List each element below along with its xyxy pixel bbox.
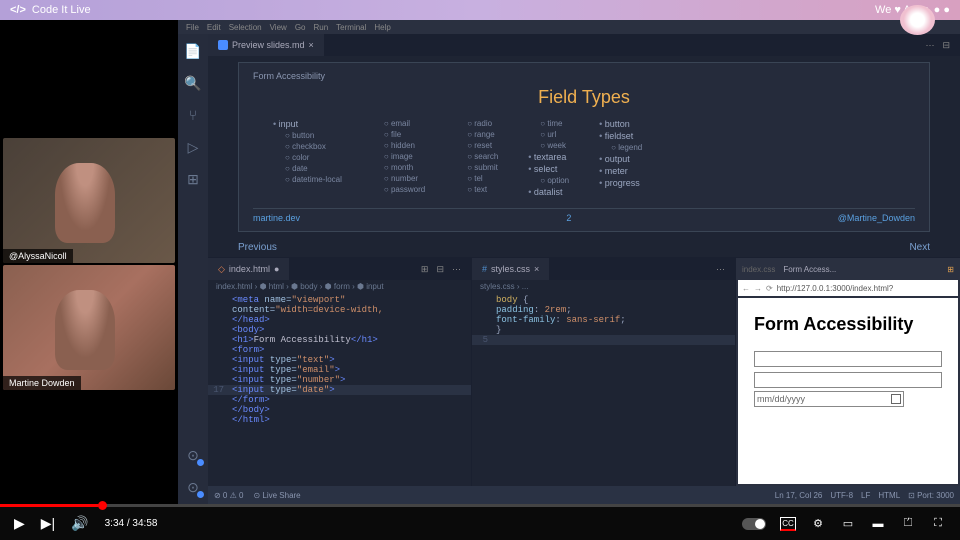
- more-icon[interactable]: ⋯: [925, 40, 934, 51]
- status-liveshare[interactable]: ⊙ Live Share: [253, 491, 300, 500]
- extensions-icon[interactable]: ⊞: [184, 170, 202, 188]
- date-input[interactable]: mm/dd/yyyy: [754, 391, 904, 407]
- webcam-2: Martine Dowden: [3, 265, 175, 390]
- email-input[interactable]: [754, 372, 942, 388]
- status-lang[interactable]: HTML: [878, 491, 900, 500]
- slide-breadcrumb: Form Accessibility: [253, 71, 915, 81]
- menu-go[interactable]: Go: [295, 23, 306, 32]
- calendar-icon[interactable]: [891, 394, 901, 404]
- activity-bar: 📄 🔍 ⑂ ▷ ⊞ ⊙ ⊙: [178, 34, 208, 504]
- html-breadcrumb[interactable]: index.html › ⬢ html › ⬢ body › ⬢ form › …: [208, 280, 471, 293]
- progress-bar[interactable]: [0, 504, 960, 507]
- back-icon[interactable]: ←: [742, 284, 750, 293]
- play-button[interactable]: ▶: [14, 515, 25, 532]
- html-code[interactable]: <meta name="viewport" content="width=dev…: [208, 293, 471, 486]
- close-icon[interactable]: ×: [309, 40, 314, 50]
- styles-css-tab[interactable]: # styles.css ×: [472, 258, 549, 280]
- menu-terminal[interactable]: Terminal: [336, 23, 366, 32]
- html-icon: ◇: [218, 264, 225, 275]
- css-breadcrumb[interactable]: styles.css › ...: [472, 280, 735, 293]
- miniplayer-icon[interactable]: ▭: [840, 517, 856, 531]
- main-tab-bar: Preview slides.md × ⋯ ⊟: [208, 34, 960, 56]
- menu-run[interactable]: Run: [313, 23, 328, 32]
- split-icon[interactable]: ⊟: [942, 40, 950, 51]
- brand-icon: </>: [10, 4, 26, 16]
- more-icon[interactable]: ⋯: [452, 264, 461, 275]
- code-pane-css: # styles.css × ⋯ styles.css › ... body {…: [472, 258, 736, 486]
- status-port[interactable]: ⊡ Port: 3000: [908, 491, 954, 500]
- code-pane-html: ◇ index.html ● ⊞ ⊟ ⋯ index.html › ⬢ html…: [208, 258, 472, 486]
- prev-link[interactable]: Previous: [238, 242, 277, 253]
- stream-header: </> Code It Live We ♥ A11y ● ●: [0, 0, 960, 20]
- css-code[interactable]: body { padding: 2rem; font-family: sans-…: [472, 293, 735, 486]
- more-icon[interactable]: ⋯: [716, 264, 725, 275]
- slide-footer-page: 2: [566, 213, 571, 223]
- webcam-1-label: @AlyssaNicoll: [3, 249, 73, 263]
- modified-dot: ●: [274, 264, 279, 274]
- slide-title: Field Types: [253, 87, 915, 108]
- theater-icon[interactable]: ▬: [870, 517, 886, 531]
- header-dots: ● ●: [934, 4, 950, 16]
- text-input[interactable]: [754, 351, 942, 367]
- video-player-controls: ▶ ▶| 🔊 3:34 / 34:58 CC ⚙ ▭ ▬ ⏍ ⛶: [0, 504, 960, 540]
- volume-button[interactable]: 🔊: [71, 515, 88, 532]
- remote-icon[interactable]: ⊙: [184, 446, 202, 464]
- layout-icon[interactable]: ⊞: [421, 264, 429, 275]
- account-icon[interactable]: ⊙: [184, 478, 202, 496]
- webcam-2-label: Martine Dowden: [3, 376, 81, 390]
- page-heading: Form Accessibility: [754, 314, 942, 335]
- webcam-column: @AlyssaNicoll Martine Dowden: [0, 20, 178, 504]
- next-button[interactable]: ▶|: [41, 515, 55, 532]
- menu-edit[interactable]: Edit: [207, 23, 221, 32]
- markdown-icon: [218, 40, 228, 50]
- browser-tab-1[interactable]: index.css: [742, 265, 775, 274]
- browser-tab-2[interactable]: Form Access...: [783, 265, 836, 274]
- autoplay-toggle[interactable]: [742, 518, 766, 530]
- menu-help[interactable]: Help: [374, 23, 390, 32]
- files-icon[interactable]: 📄: [184, 42, 202, 60]
- browser-preview: index.css Form Access... ⊞ ← → ⟳ http://…: [736, 258, 960, 486]
- reload-icon[interactable]: ⟳: [766, 284, 773, 293]
- source-control-icon[interactable]: ⑂: [184, 106, 202, 124]
- status-errors[interactable]: ⊘ 0 ⚠ 0: [214, 491, 243, 500]
- menu-file[interactable]: File: [186, 23, 199, 32]
- webcam-1: @AlyssaNicoll: [3, 138, 175, 263]
- editor-area: File Edit Selection View Go Run Terminal…: [178, 20, 960, 504]
- status-cursor[interactable]: Ln 17, Col 26: [775, 491, 823, 500]
- preview-tab[interactable]: Preview slides.md ×: [208, 34, 324, 56]
- devtools-icon[interactable]: ⊞: [947, 265, 954, 274]
- split-icon[interactable]: ⊟: [436, 264, 444, 275]
- status-bar: ⊘ 0 ⚠ 0 ⊙ Live Share Ln 17, Col 26 UTF-8…: [208, 486, 960, 504]
- progress-handle[interactable]: [98, 501, 107, 510]
- heart-decoration: [900, 5, 935, 35]
- debug-icon[interactable]: ▷: [184, 138, 202, 156]
- brand-text: Code It Live: [32, 4, 91, 16]
- menu-bar: File Edit Selection View Go Run Terminal…: [178, 20, 960, 34]
- url-bar: ← → ⟳ http://127.0.0.1:3000/index.html?: [738, 280, 958, 296]
- forward-icon[interactable]: →: [754, 284, 762, 293]
- captions-button[interactable]: CC: [780, 517, 796, 531]
- css-icon: #: [482, 264, 487, 274]
- search-icon[interactable]: 🔍: [184, 74, 202, 92]
- rendered-page: Form Accessibility mm/dd/yyyy: [738, 298, 958, 484]
- slide-panel: Form Accessibility Field Types input but…: [238, 62, 930, 232]
- next-link[interactable]: Next: [909, 242, 930, 253]
- url-text[interactable]: http://127.0.0.1:3000/index.html?: [777, 284, 894, 293]
- fullscreen-icon[interactable]: ⛶: [930, 517, 946, 531]
- slide-footer-left[interactable]: martine.dev: [253, 213, 300, 223]
- close-icon[interactable]: ×: [534, 264, 539, 274]
- preview-tab-label: Preview slides.md: [232, 40, 305, 50]
- menu-selection[interactable]: Selection: [229, 23, 262, 32]
- status-encoding[interactable]: UTF-8: [830, 491, 853, 500]
- field-types-list: input button checkbox color date datetim…: [253, 118, 915, 198]
- slide-footer-right[interactable]: @Martine_Dowden: [838, 213, 915, 223]
- status-eol[interactable]: LF: [861, 491, 870, 500]
- settings-icon[interactable]: ⚙: [810, 517, 826, 531]
- menu-view[interactable]: View: [270, 23, 287, 32]
- cast-icon[interactable]: ⏍: [900, 517, 916, 531]
- time-display: 3:34 / 34:58: [105, 518, 158, 529]
- index-html-tab[interactable]: ◇ index.html ●: [208, 258, 289, 280]
